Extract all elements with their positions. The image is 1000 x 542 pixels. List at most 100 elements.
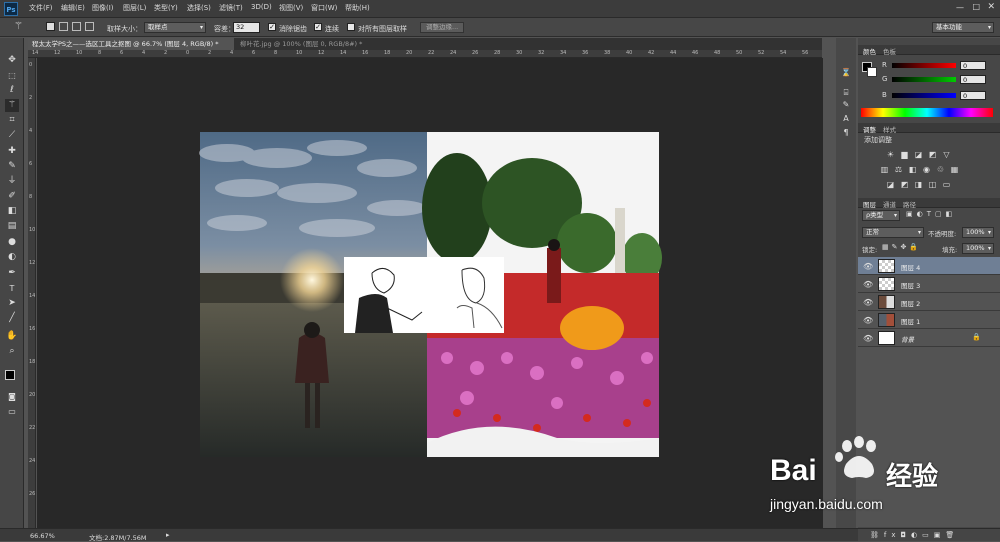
menu-view[interactable]: 视图(V) (279, 3, 303, 13)
red-slider[interactable] (892, 63, 956, 68)
brush-panel-icon[interactable]: ✎ (840, 100, 852, 110)
path-selection-tool-icon[interactable]: ➤ (5, 297, 19, 310)
blend-mode-dropdown[interactable]: 正常 (862, 227, 924, 238)
red-value-input[interactable]: 0 (960, 61, 986, 70)
green-slider[interactable] (892, 77, 956, 82)
posterize-icon[interactable]: ◩ (900, 180, 909, 189)
tab-channels[interactable]: 通道 (880, 199, 899, 209)
paragraph-panel-icon[interactable]: ¶ (840, 128, 852, 138)
properties-panel-icon[interactable]: ⌸ (840, 88, 852, 98)
color-ramp[interactable] (861, 108, 993, 117)
healing-brush-tool-icon[interactable]: ✚ (5, 145, 19, 158)
hue-saturation-icon[interactable]: ▥ (880, 165, 889, 174)
tolerance-input[interactable]: 32 (233, 22, 260, 33)
eyedropper-tool-icon[interactable]: ⟋ (5, 129, 19, 142)
workspace-dropdown[interactable]: 基本功能 (932, 22, 994, 33)
antialias-checkbox[interactable]: ✓ (268, 23, 276, 31)
visibility-eye-icon[interactable]: 👁 (863, 298, 873, 307)
color-balance-icon[interactable]: ⚖ (894, 165, 903, 174)
layer-name[interactable]: 图层 2 (901, 298, 920, 308)
layers-footer-icons[interactable]: ⛓fx◘◐▭▣🗑 (870, 531, 959, 539)
magic-wand-tool-icon[interactable]: ⚚ (14, 21, 23, 32)
history-brush-tool-icon[interactable]: ✐ (5, 190, 19, 203)
document-tab[interactable]: 柳叶花.jpg @ 100% (图层 0, RGB/8#) * (236, 38, 406, 50)
character-panel-icon[interactable]: A (840, 114, 852, 124)
contiguous-checkbox[interactable]: ✓ (314, 23, 322, 31)
close-icon[interactable]: ✕ (987, 2, 995, 12)
channel-mixer-icon[interactable]: ♲ (936, 165, 945, 174)
menu-image[interactable]: 图像(I) (92, 3, 114, 13)
clone-stamp-tool-icon[interactable]: ⏚ (5, 175, 19, 188)
layer-row[interactable]: 👁 图层 3 (858, 275, 1000, 293)
foreground-color-swatch[interactable] (5, 370, 15, 380)
invert-icon[interactable]: ◪ (886, 180, 895, 189)
pen-tool-icon[interactable]: ✒ (5, 267, 19, 280)
tab-paths[interactable]: 路径 (900, 199, 919, 209)
lasso-tool-icon[interactable]: ℓ (5, 84, 19, 97)
zoom-tool-icon[interactable]: ⌕ (5, 345, 19, 358)
tab-styles[interactable]: 样式 (880, 124, 899, 134)
quick-mask-icon[interactable]: ◙ (5, 390, 19, 403)
threshold-icon[interactable]: ◨ (914, 180, 923, 189)
sample-all-layers-checkbox[interactable] (347, 23, 355, 31)
visibility-eye-icon[interactable]: 👁 (863, 334, 873, 343)
levels-icon[interactable]: ▆ (900, 150, 909, 159)
sample-size-dropdown[interactable]: 取样点 (144, 22, 206, 33)
gradient-tool-icon[interactable]: ▤ (5, 220, 19, 233)
marquee-tool-icon[interactable]: ⬚ (5, 69, 19, 82)
status-menu-arrow-icon[interactable]: ▸ (166, 531, 170, 539)
subtract-selection-icon[interactable] (72, 22, 81, 31)
curves-icon[interactable]: ◪ (914, 150, 923, 159)
hand-tool-icon[interactable]: ✋ (5, 330, 19, 343)
blue-slider[interactable] (892, 93, 956, 98)
tab-layers[interactable]: 图层 (860, 199, 879, 209)
exposure-icon[interactable]: ◩ (928, 150, 937, 159)
menu-type[interactable]: 类型(Y) (154, 3, 178, 13)
color-lookup-icon[interactable]: ▦ (950, 165, 959, 174)
brush-tool-icon[interactable]: ✎ (5, 160, 19, 173)
menu-file[interactable]: 文件(F) (29, 3, 53, 13)
lock-icons[interactable]: ▦✎✥🔒 (882, 243, 921, 251)
menu-window[interactable]: 窗口(W) (311, 3, 337, 13)
tab-color[interactable]: 颜色 (860, 46, 879, 56)
layer-name[interactable]: 图层 1 (901, 316, 920, 326)
layer-name[interactable]: 背景 (901, 334, 914, 344)
blue-value-input[interactable]: 0 (960, 91, 986, 100)
green-value-input[interactable]: 0 (960, 75, 986, 84)
eraser-tool-icon[interactable]: ◧ (5, 205, 19, 218)
document-tab-active[interactable]: 程太太学PS之——选区工具之抠图 @ 66.7% (图层 4, RGB/8) * (28, 38, 234, 50)
menu-select[interactable]: 选择(S) (187, 3, 211, 13)
photo-filter-icon[interactable]: ◉ (922, 165, 931, 174)
zoom-level[interactable]: 66.67% (30, 532, 55, 540)
menu-3d[interactable]: 3D(D) (251, 3, 272, 11)
intersect-selection-icon[interactable] (85, 22, 94, 31)
layer-row[interactable]: 👁 图层 4 (858, 257, 1000, 275)
visibility-eye-icon[interactable]: 👁 (863, 280, 873, 289)
history-panel-icon[interactable]: ⌛ (840, 68, 852, 78)
selective-color-icon[interactable]: ◫ (928, 180, 937, 189)
add-selection-icon[interactable] (59, 22, 68, 31)
menu-layer[interactable]: 图层(L) (123, 3, 146, 13)
refine-edge-button[interactable]: 调整边缘... (420, 22, 465, 33)
menu-edit[interactable]: 编辑(E) (61, 3, 85, 13)
layer-row[interactable]: 👁 图层 2 (858, 293, 1000, 311)
layer-name[interactable]: 图层 3 (901, 280, 920, 290)
dodge-tool-icon[interactable]: ◐ (5, 251, 19, 264)
line-tool-icon[interactable]: ╱ (5, 312, 19, 325)
canvas-area[interactable] (37, 58, 823, 528)
layer-row[interactable]: 👁 图层 1 (858, 311, 1000, 329)
type-tool-icon[interactable]: T (5, 282, 19, 295)
opacity-input[interactable]: 100% (962, 227, 994, 238)
background-color-swatch[interactable] (867, 67, 877, 77)
tab-adjustments[interactable]: 调整 (860, 124, 879, 134)
visibility-eye-icon[interactable]: 👁 (863, 262, 873, 271)
layer-filter-icons[interactable]: ▣◐T▢◧ (906, 210, 956, 218)
layer-filter-dropdown[interactable]: ρ类型 (862, 210, 900, 221)
blur-tool-icon[interactable]: ● (5, 236, 19, 249)
magic-wand-tool-icon[interactable]: ⚚ (5, 99, 19, 112)
menu-filter[interactable]: 滤镜(T) (219, 3, 243, 13)
screen-mode-icon[interactable]: ▭ (5, 405, 19, 418)
gradient-map-icon[interactable]: ▭ (942, 180, 951, 189)
maximize-icon[interactable]: □ (972, 2, 980, 11)
black-white-icon[interactable]: ◧ (908, 165, 917, 174)
